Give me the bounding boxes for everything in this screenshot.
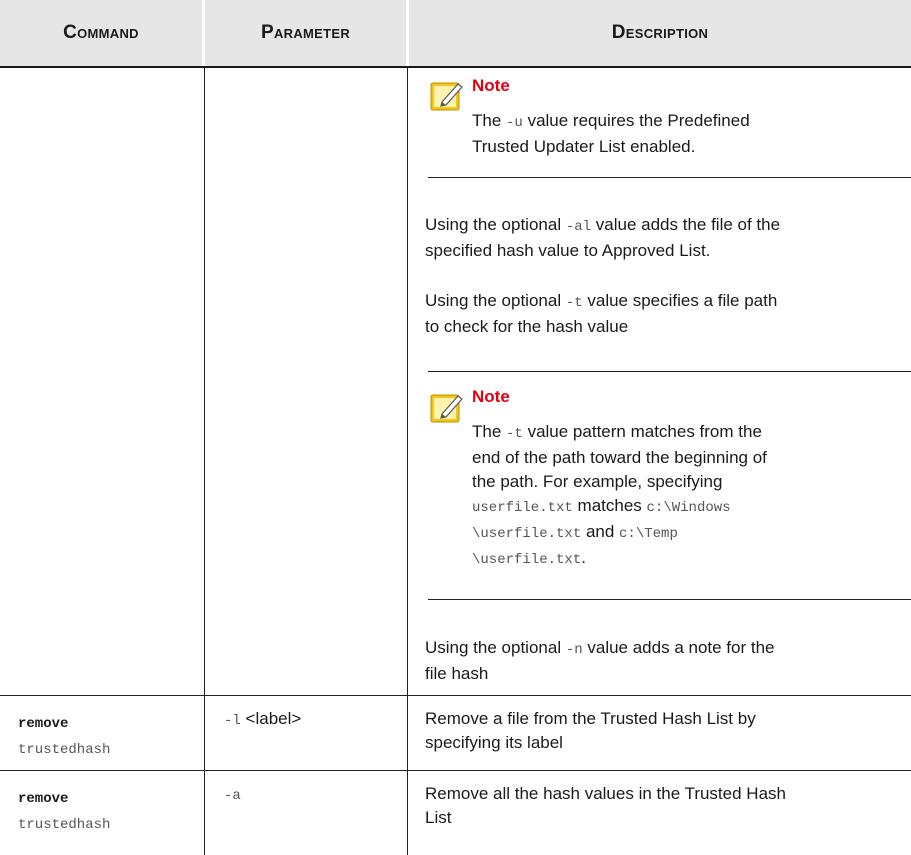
note-icon — [430, 394, 463, 423]
note-rule — [428, 599, 911, 600]
table-row-parameter: -a — [224, 788, 241, 804]
table-row-parameter: -l <label> — [224, 709, 302, 729]
header-description: Description — [409, 0, 911, 66]
paragraph-t-option: Using the optional -t value specifies a … — [425, 291, 778, 336]
header-command: Command — [0, 0, 202, 66]
column-divider-1 — [204, 68, 205, 855]
table-row-command: remove trustedhash — [18, 791, 111, 833]
header-parameter: Parameter — [205, 0, 406, 66]
table-header: Command Parameter Description — [0, 0, 911, 68]
note-icon — [430, 82, 463, 111]
note-title: Note — [472, 76, 510, 95]
row-separator-1 — [0, 695, 911, 696]
note-rule — [428, 177, 911, 178]
table-row-description: Remove all the hash values in the Truste… — [425, 784, 786, 827]
column-divider-2 — [407, 68, 408, 855]
table-row-command: remove trustedhash — [18, 716, 111, 758]
row-separator-2 — [0, 770, 911, 771]
header-rule — [0, 66, 911, 68]
note-rule — [428, 371, 911, 372]
note-text: The -t value pattern matches from the en… — [472, 422, 767, 568]
note-text: The -u value requires the Predefined Tru… — [472, 111, 750, 156]
note-title: Note — [472, 387, 510, 406]
paragraph-al-option: Using the optional -al value adds the fi… — [425, 215, 781, 260]
table-row-description: Remove a file from the Trusted Hash List… — [425, 709, 756, 752]
paragraph-n-option: Using the optional -n value adds a note … — [425, 638, 775, 683]
